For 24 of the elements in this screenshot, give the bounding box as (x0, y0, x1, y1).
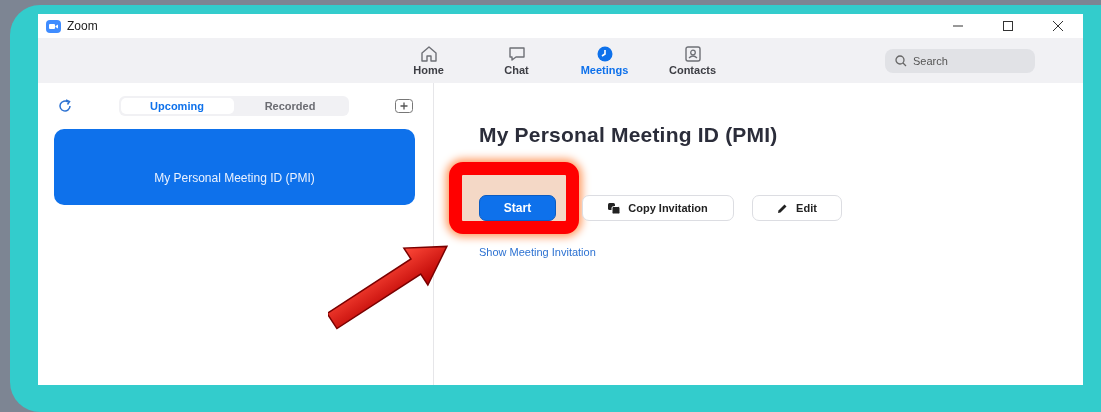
segment-tab[interactable]: Recorded (233, 98, 347, 114)
copy-invitation-button[interactable]: Copy Invitation (582, 195, 734, 221)
start-button[interactable]: Start (479, 195, 556, 221)
contact-card-icon (683, 45, 702, 62)
meeting-card[interactable]: My Personal Meeting ID (PMI) (54, 129, 415, 205)
search-icon (895, 54, 907, 67)
refresh-icon[interactable] (58, 99, 72, 113)
nav-tab[interactable]: Meetings (560, 38, 649, 83)
nav-tab[interactable]: Chat (472, 38, 561, 83)
copy-icon (608, 202, 621, 214)
show-invitation-link[interactable]: Show Meeting Invitation (479, 246, 596, 258)
edit-button[interactable]: Edit (752, 195, 842, 221)
clock-icon (595, 45, 614, 62)
search-field[interactable]: Search (885, 48, 1035, 73)
camera-logo-icon (46, 19, 61, 33)
meeting-title: My Personal Meeting ID (PMI) (479, 123, 779, 147)
add-icon[interactable] (395, 99, 413, 113)
home-icon (419, 45, 438, 62)
chat-bubble-icon (507, 45, 526, 62)
window-title: Zoom (67, 19, 98, 33)
segment-tab[interactable]: Upcoming (120, 98, 234, 114)
nav-tab[interactable]: Home (384, 38, 473, 83)
nav-tab[interactable]: Contacts (648, 38, 737, 83)
pencil-icon (777, 202, 789, 214)
